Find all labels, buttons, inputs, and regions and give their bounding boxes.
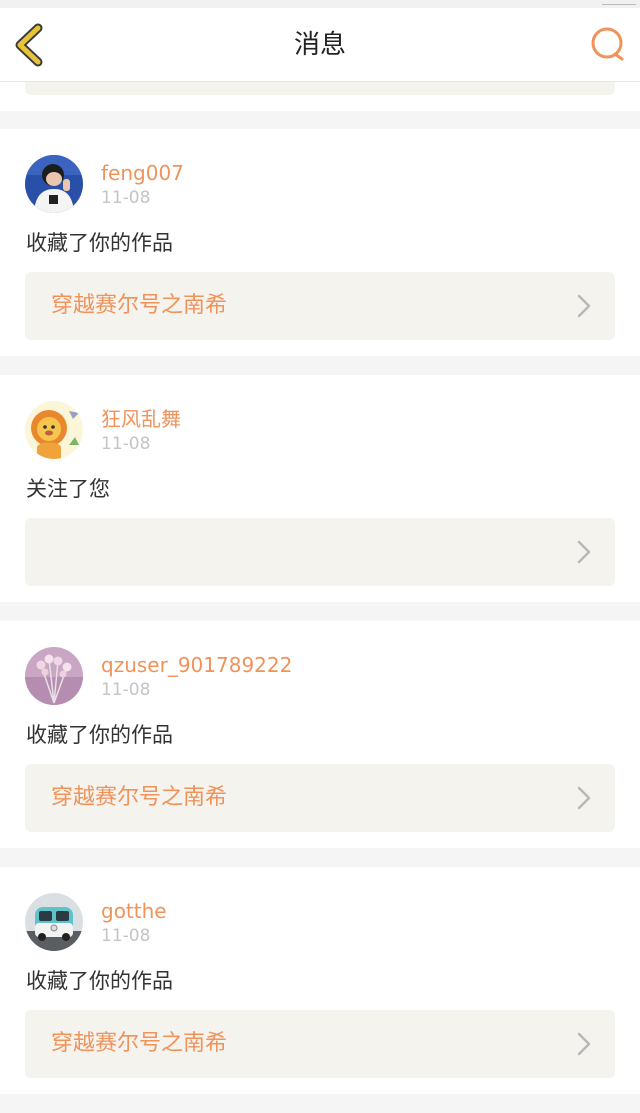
page-title: 消息 (293, 30, 346, 60)
avatar-lion-icon (25, 401, 83, 459)
work-link-partial[interactable] (25, 81, 615, 95)
timestamp: 11-08 (101, 680, 151, 700)
avatar[interactable] (25, 401, 83, 459)
search-button[interactable] (588, 24, 628, 64)
avatar-van-icon (25, 893, 83, 951)
timestamp: 11-08 (101, 434, 151, 454)
battery-icon (602, 0, 636, 5)
chevron-right-icon (577, 294, 591, 318)
work-link[interactable] (25, 518, 615, 586)
work-link[interactable]: 穿越赛尔号之南希 (25, 1010, 615, 1078)
avatar[interactable] (25, 893, 83, 951)
avatar-boy-icon (25, 155, 83, 213)
search-icon (591, 27, 624, 61)
list-item-partial (0, 81, 640, 111)
avatar-flowers-icon (25, 647, 83, 705)
list-item: gotthe 11-08 收藏了你的作品 穿越赛尔号之南希 (0, 867, 640, 1094)
nav-bar: 消息 (0, 8, 640, 82)
list-item: 狂风乱舞 11-08 关注了您 (0, 375, 640, 602)
work-title: 穿越赛尔号之南希 (51, 785, 228, 810)
work-link[interactable]: 穿越赛尔号之南希 (25, 272, 615, 340)
username-link[interactable]: 狂风乱舞 (101, 406, 181, 432)
username-link[interactable]: feng007 (101, 160, 184, 186)
work-title: 穿越赛尔号之南希 (51, 1031, 228, 1056)
avatar[interactable] (25, 155, 83, 213)
action-text: 收藏了你的作品 (26, 231, 173, 255)
avatar[interactable] (25, 647, 83, 705)
action-text: 关注了您 (26, 477, 110, 501)
status-bar (0, 0, 640, 8)
action-text: 收藏了你的作品 (26, 969, 173, 993)
chevron-right-icon (577, 1032, 591, 1056)
timestamp: 11-08 (101, 188, 151, 208)
timestamp: 11-08 (101, 926, 151, 946)
username-link[interactable]: gotthe (101, 898, 167, 924)
username-link[interactable]: qzuser_901789222 (101, 652, 292, 678)
chevron-right-icon (577, 540, 591, 564)
work-title: 穿越赛尔号之南希 (51, 293, 228, 318)
action-text: 收藏了你的作品 (26, 723, 173, 747)
list-item: qzuser_901789222 11-08 收藏了你的作品 穿越赛尔号之南希 (0, 621, 640, 848)
chevron-right-icon (577, 786, 591, 810)
work-link[interactable]: 穿越赛尔号之南希 (25, 764, 615, 832)
list-item: feng007 11-08 收藏了你的作品 穿越赛尔号之南希 (0, 129, 640, 356)
